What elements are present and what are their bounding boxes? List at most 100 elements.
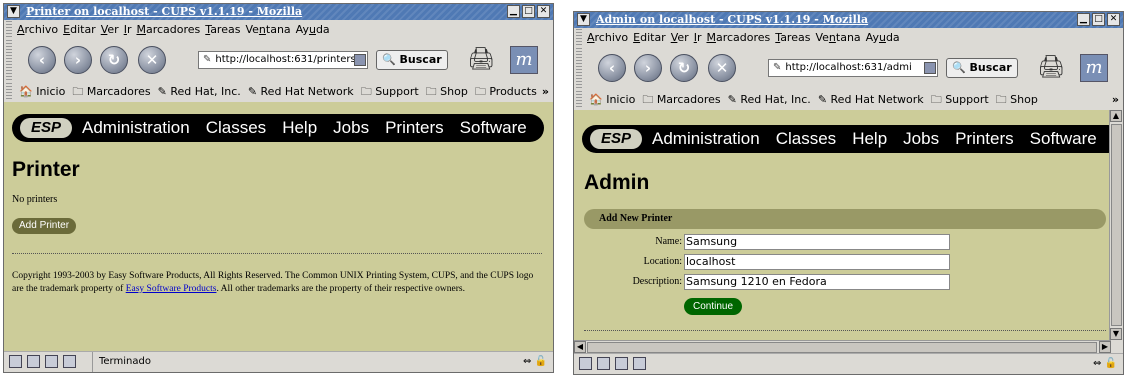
divider [12,253,542,254]
esp-link-classes[interactable]: Classes [776,125,836,153]
easy-software-link[interactable]: Easy Software Products [126,284,217,294]
menu-item-archivo[interactable]: Archivo [587,29,628,47]
scroll-right-icon[interactable]: ▶ [1099,341,1111,353]
esp-link-administration[interactable]: Administration [82,114,190,142]
description-field[interactable]: Samsung 1210 en Fedora [684,274,950,290]
menu-item-text: er [107,23,119,36]
esp-link-help[interactable]: Help [282,114,317,142]
scroll-left-icon[interactable]: ◀ [574,341,586,353]
bookmark-support[interactable]: 🗀 Support [361,83,419,101]
print-icon[interactable]: 🖨 [466,45,496,75]
bookmark-red-hat-inc-[interactable]: ✎ Red Hat, Inc. [158,83,241,101]
mail-icon[interactable] [27,354,40,368]
print-icon[interactable]: 🖨 [1036,53,1066,83]
menu-item-ayuda[interactable]: Ayuda [866,29,900,47]
maximize-icon[interactable]: □ [1092,13,1105,26]
scroll-up-icon[interactable]: ▲ [1110,110,1122,122]
window-menu-icon[interactable]: ▼ [577,13,590,26]
esp-logo[interactable]: ESP [20,118,72,138]
menu-item-archivo[interactable]: Archivo [17,21,58,39]
bookmark-red-hat-network[interactable]: ✎ Red Hat Network [248,83,354,101]
esp-link-jobs[interactable]: Jobs [333,114,369,142]
window-menu-icon[interactable]: ▼ [7,5,20,18]
right-title-bar[interactable]: ▼ Admin on localhost - CUPS v1.1.19 - Mo… [574,12,1123,28]
menu-item-ir[interactable]: Ir [124,21,132,39]
bookmark-red-hat-network[interactable]: ✎ Red Hat Network [818,91,924,109]
location-field[interactable]: localhost [684,254,950,270]
forward-icon[interactable]: › [634,54,662,82]
mail-icon[interactable] [597,356,610,370]
menu-item-ventana[interactable]: Ventana [245,21,290,39]
bookmark-products[interactable]: 🗀 Products [475,83,537,101]
menu-item-ver[interactable]: Ver [101,21,119,39]
minimize-icon[interactable]: ▁ [507,5,520,18]
esp-link-jobs[interactable]: Jobs [903,125,939,153]
close-icon[interactable]: ✕ [1107,13,1120,26]
toolbar-grip-icon[interactable] [6,40,12,82]
menu-item-mnemonic: u [308,23,316,36]
horizontal-scroll-thumb[interactable] [587,342,1097,353]
close-icon[interactable]: ✕ [537,5,550,18]
horizontal-scrollbar[interactable]: ◀ ▶ [574,340,1111,354]
menu-item-tareas[interactable]: Tareas [205,21,240,39]
esp-link-printers[interactable]: Printers [955,125,1014,153]
stop-icon[interactable]: ✕ [138,46,166,74]
continue-button[interactable]: Continue [684,298,743,315]
bookmark-support[interactable]: 🗀 Support [931,91,989,109]
bookmarks-overflow-icon[interactable]: » [1112,91,1119,109]
menu-item-marcadores[interactable]: Marcadores [706,29,770,47]
menu-item-tareas[interactable]: Tareas [775,29,810,47]
vertical-scroll-thumb[interactable] [1111,124,1122,326]
bookmark-label: Marcadores [656,93,721,106]
esp-link-classes[interactable]: Classes [206,114,266,142]
navigator-icon[interactable] [9,354,22,368]
maximize-icon[interactable]: □ [522,5,535,18]
back-icon[interactable]: ‹ [28,46,56,74]
minimize-icon[interactable]: ▁ [1077,13,1090,26]
back-icon[interactable]: ‹ [598,54,626,82]
menu-item-ayuda[interactable]: Ayuda [296,21,330,39]
menu-item-mnemonic: n [258,23,266,36]
esp-link-help[interactable]: Help [852,125,887,153]
esp-link-software[interactable]: Software [1030,125,1097,153]
bookmark-shop[interactable]: 🗀 Shop [996,91,1038,109]
composer-icon[interactable] [45,354,58,368]
bookmark-marcadores[interactable]: 🗀 Marcadores [642,91,720,109]
menu-item-ventana[interactable]: Ventana [815,29,860,47]
url-dropdown-icon[interactable] [924,62,936,74]
menu-item-ir[interactable]: Ir [694,29,702,47]
esp-link-administration[interactable]: Administration [652,125,760,153]
url-dropdown-icon[interactable] [354,54,366,66]
menu-item-marcadores[interactable]: Marcadores [136,21,200,39]
url-field[interactable]: ✎ http://localhost:631/printers [198,51,368,69]
left-title-bar[interactable]: ▼ Printer on localhost - CUPS v1.1.19 - … [4,4,553,20]
menu-item-editar[interactable]: Editar [63,21,96,39]
toolbar-grip-icon[interactable] [576,48,582,90]
scroll-down-icon[interactable]: ▼ [1110,328,1122,340]
esp-logo[interactable]: ESP [590,129,642,149]
reload-icon[interactable]: ↻ [670,54,698,82]
name-field[interactable]: Samsung [684,234,950,250]
search-button[interactable]: 🔍 Buscar [376,50,448,70]
bookmark-marcadores[interactable]: 🗀 Marcadores [72,83,150,101]
forward-icon[interactable]: › [64,46,92,74]
composer-icon[interactable] [615,356,628,370]
menu-item-editar[interactable]: Editar [633,29,666,47]
esp-link-software[interactable]: Software [460,114,527,142]
bookmarks-overflow-icon[interactable]: » [542,83,549,101]
bookmark-inicio[interactable]: 🏠 Inicio [19,83,65,101]
reload-icon[interactable]: ↻ [100,46,128,74]
search-button[interactable]: 🔍 Buscar [946,58,1018,78]
vertical-scrollbar[interactable]: ▲ ▼ [1109,110,1123,340]
navigator-icon[interactable] [579,356,592,370]
bookmark-inicio[interactable]: 🏠 Inicio [589,91,635,109]
menu-item-ver[interactable]: Ver [671,29,689,47]
bookmark-shop[interactable]: 🗀 Shop [426,83,468,101]
add-printer-button[interactable]: Add Printer [12,218,77,234]
address-book-icon[interactable] [63,354,76,368]
esp-link-printers[interactable]: Printers [385,114,444,142]
url-field[interactable]: ✎ http://localhost:631/admi [768,59,938,77]
bookmark-red-hat-inc-[interactable]: ✎ Red Hat, Inc. [728,91,811,109]
address-book-icon[interactable] [633,356,646,370]
stop-icon[interactable]: ✕ [708,54,736,82]
